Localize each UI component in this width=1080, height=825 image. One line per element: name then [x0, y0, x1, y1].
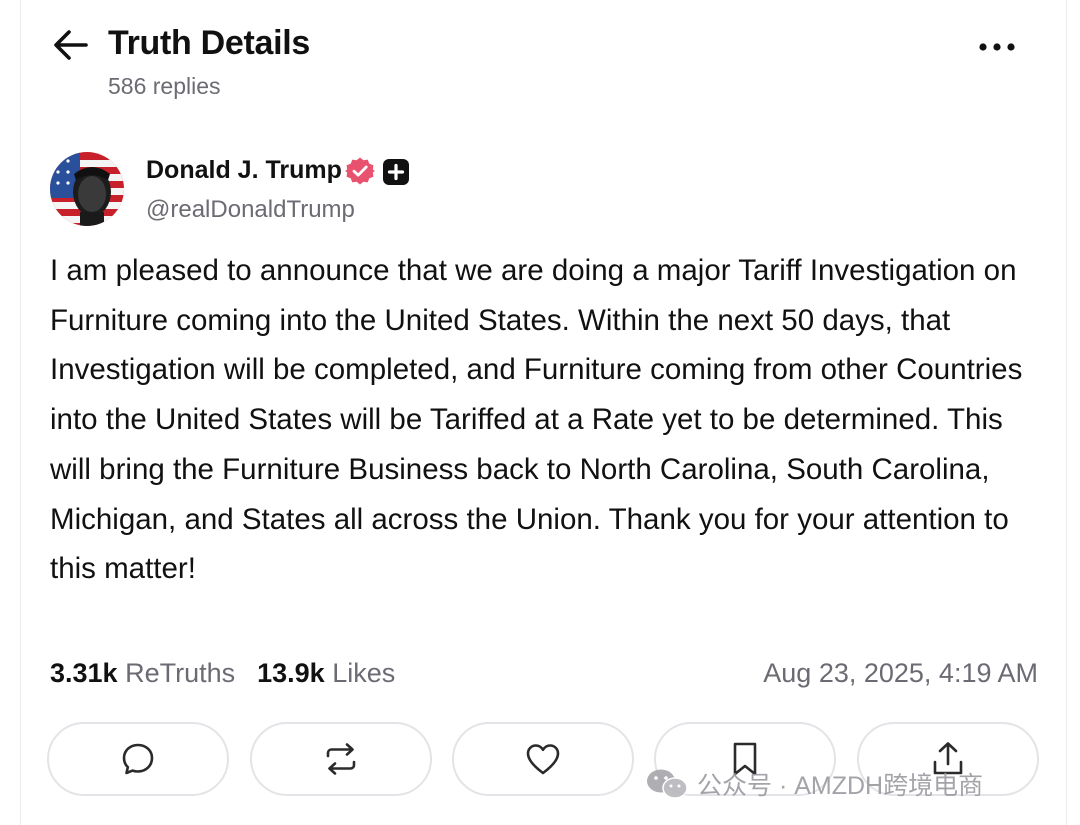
back-arrow-icon[interactable]: [52, 27, 90, 63]
retruth-button[interactable]: [250, 722, 432, 796]
likes-stat[interactable]: 13.9k Likes: [257, 658, 395, 688]
right-border: [1066, 0, 1067, 825]
more-options-icon[interactable]: [974, 33, 1020, 61]
author-handle[interactable]: @realDonaldTrump: [146, 196, 355, 224]
post-timestamp: Aug 23, 2025, 4:19 AM: [763, 658, 1038, 688]
comment-icon: [122, 743, 154, 775]
likes-count: 13.9k: [257, 658, 325, 688]
verified-badge-icon: [345, 157, 375, 185]
avatar[interactable]: [50, 152, 124, 226]
header: Truth Details 586 replies: [0, 0, 1080, 110]
left-border: [20, 0, 21, 825]
like-button[interactable]: [452, 722, 634, 796]
watermark-text: 公众号 · AMZDH跨境电商: [697, 772, 984, 800]
retruths-stat[interactable]: 3.31k ReTruths: [50, 658, 235, 688]
retruths-count: 3.31k: [50, 658, 118, 688]
author-name[interactable]: Donald J. Trump: [146, 156, 342, 185]
replies-count: 586 replies: [108, 73, 221, 99]
plus-badge-icon: [383, 159, 409, 185]
watermark: 公众号 · AMZDH跨境电商: [645, 764, 983, 804]
post-stats: 3.31k ReTruths 13.9k Likes: [50, 658, 395, 689]
reply-button[interactable]: [47, 722, 229, 796]
retruths-label: ReTruths: [125, 658, 236, 688]
repost-icon: [326, 743, 356, 775]
likes-label: Likes: [332, 658, 396, 688]
heart-icon: [526, 744, 560, 775]
wechat-icon: [647, 769, 688, 799]
post-body: I am pleased to announce that we are doi…: [50, 254, 1023, 586]
page-title: Truth Details: [108, 24, 311, 62]
